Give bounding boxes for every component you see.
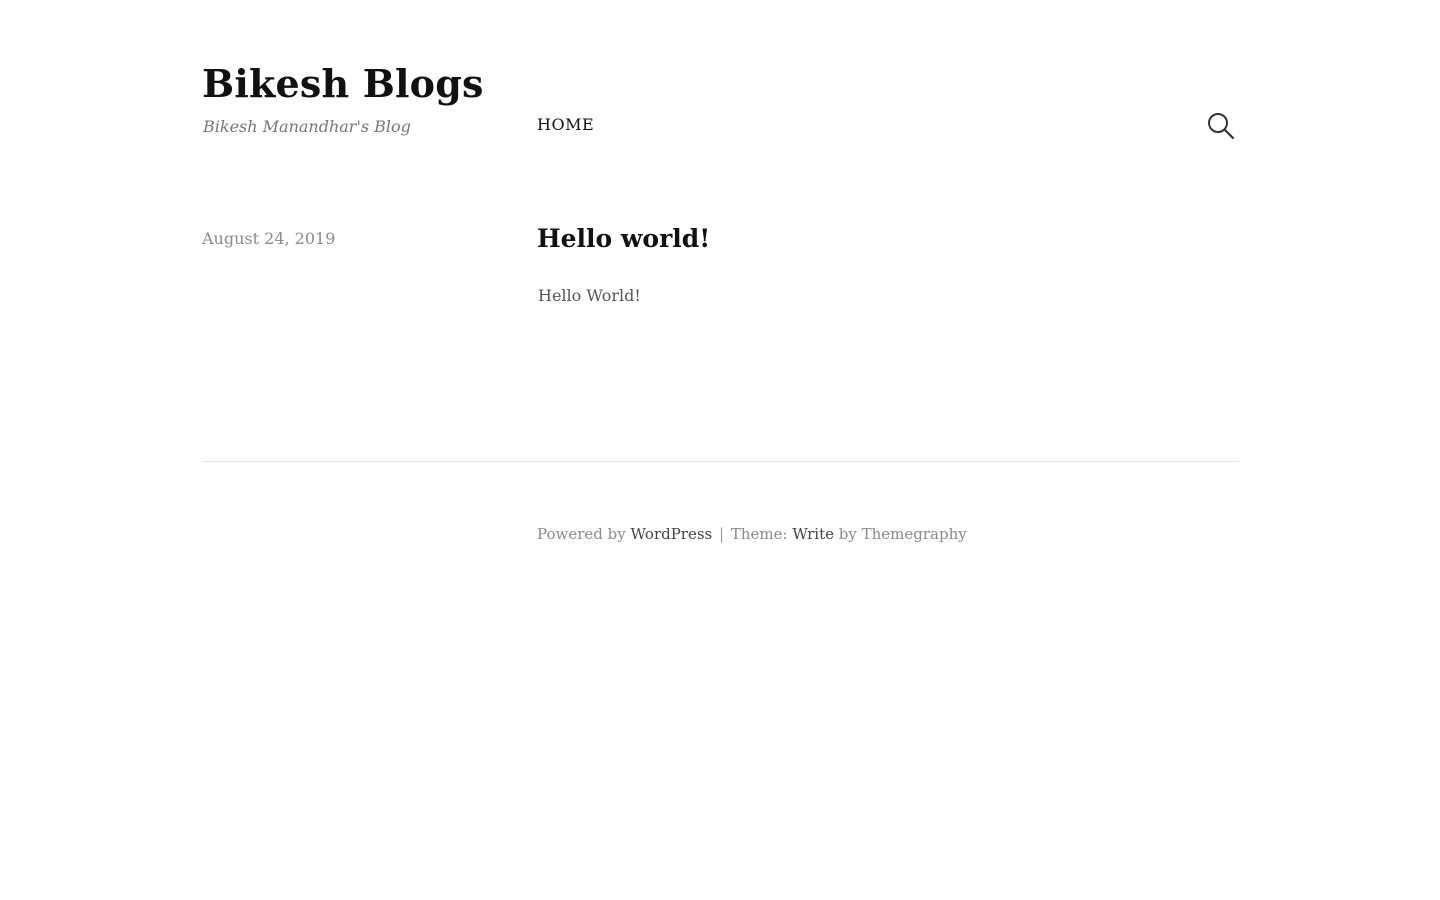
footer-divider xyxy=(202,461,1239,462)
theme-link[interactable]: Write xyxy=(792,525,834,543)
post-content: Hello World! xyxy=(538,286,641,305)
theme-text: Theme: xyxy=(730,525,788,543)
search-icon xyxy=(1208,113,1235,140)
footer-separator: | xyxy=(719,525,725,543)
powered-by-text: Powered by xyxy=(537,525,626,543)
post-date[interactable]: August 24, 2019 xyxy=(202,227,335,251)
main-navigation: HOME xyxy=(537,113,594,137)
nav-item-home[interactable]: HOME xyxy=(537,113,594,137)
page: Bikesh Blogs Bikesh Manandhar's Blog HOM… xyxy=(0,0,1440,900)
by-themegraphy-text: by Themegraphy xyxy=(838,525,967,543)
site-title[interactable]: Bikesh Blogs xyxy=(202,60,484,108)
wordpress-link[interactable]: WordPress xyxy=(631,525,713,543)
site-footer: Powered by WordPress | Theme: Write by T… xyxy=(537,522,967,546)
search-button[interactable] xyxy=(1206,111,1236,141)
post-title[interactable]: Hello world! xyxy=(537,222,710,256)
site-tagline: Bikesh Manandhar's Blog xyxy=(203,117,411,136)
